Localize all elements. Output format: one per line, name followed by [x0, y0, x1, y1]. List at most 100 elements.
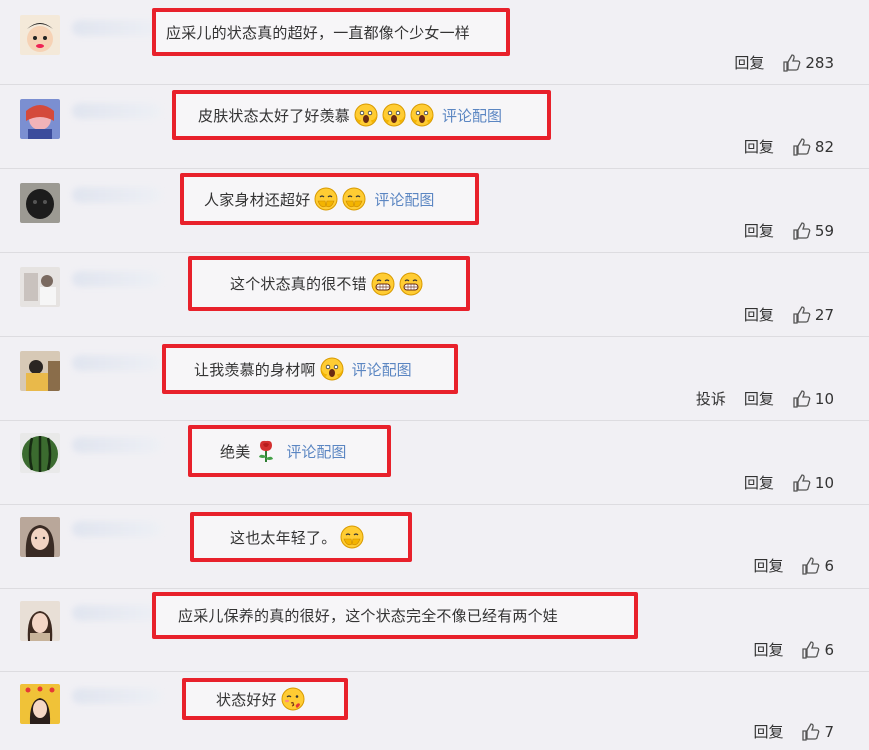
- comment-text: 状态好好: [216, 690, 277, 709]
- comment-actions: 回复 7: [753, 721, 834, 742]
- comment-text: 绝美: [220, 442, 251, 461]
- username-blurred[interactable]: [72, 187, 162, 203]
- comment-text: 这也太年轻了。: [230, 528, 337, 547]
- reply-button[interactable]: 回复: [744, 220, 774, 241]
- comment-row: 人家身材还超好 评论配图 回复 59: [0, 169, 869, 253]
- username-blurred[interactable]: [72, 355, 162, 371]
- grin-face-icon: [399, 272, 423, 295]
- comment-actions: 回复 82: [744, 136, 834, 157]
- like-count: 27: [814, 305, 834, 324]
- reply-button[interactable]: 回复: [753, 555, 783, 576]
- username-blurred[interactable]: [72, 271, 162, 287]
- thumbs-up-icon: [793, 305, 811, 324]
- comment-row: 这也太年轻了。 回复 6: [0, 505, 869, 589]
- comment-actions: 回复 283: [734, 52, 834, 73]
- username-blurred[interactable]: [72, 103, 162, 119]
- rose-icon: [259, 440, 274, 462]
- like-count: 6: [824, 640, 834, 659]
- avatar[interactable]: [20, 267, 60, 307]
- username-blurred[interactable]: [72, 20, 162, 36]
- like-button[interactable]: 7: [801, 722, 834, 742]
- like-count: 7: [824, 722, 834, 741]
- like-button[interactable]: 6: [801, 640, 834, 660]
- thumbs-up-icon: [793, 473, 811, 492]
- giggle-face-icon: [340, 525, 364, 549]
- username-blurred[interactable]: [72, 521, 162, 537]
- like-count: 59: [814, 221, 834, 240]
- comment-text-box: 应采儿的状态真的超好，一直都像个少女一样: [152, 8, 510, 56]
- comment-text-box: 状态好好: [182, 678, 348, 720]
- like-button[interactable]: 10: [792, 389, 834, 409]
- comment-actions: 投诉 回复 10: [696, 388, 834, 409]
- thumbs-up-icon: [802, 640, 820, 659]
- comment-text: 让我羡慕的身材啊: [194, 360, 316, 379]
- avatar[interactable]: [20, 684, 60, 724]
- reply-button[interactable]: 回复: [744, 136, 774, 157]
- thumbs-up-icon: [793, 221, 811, 240]
- comment-actions: 回复 6: [753, 639, 834, 660]
- report-button[interactable]: 投诉: [696, 388, 726, 409]
- avatar[interactable]: [20, 183, 60, 223]
- comment-text: 皮肤状态太好了好羡慕: [198, 106, 351, 125]
- comment-row: 让我羡慕的身材啊 评论配图 投诉 回复 10: [0, 337, 869, 421]
- comment-image-link[interactable]: 评论配图: [442, 105, 502, 126]
- comment-text-box: 让我羡慕的身材啊 评论配图: [162, 344, 458, 394]
- comment-image-link[interactable]: 评论配图: [374, 189, 434, 210]
- avatar[interactable]: [20, 517, 60, 557]
- giggle-face-icon: [314, 187, 338, 211]
- comment-text-box: 皮肤状态太好了好羡慕 评论配图: [172, 90, 551, 140]
- comment-row: 皮肤状态太好了好羡慕 评论配图 回复 82: [0, 85, 869, 169]
- like-count: 6: [824, 556, 834, 575]
- username-blurred[interactable]: [72, 688, 162, 704]
- avatar[interactable]: [20, 433, 60, 473]
- like-button[interactable]: 59: [792, 221, 834, 241]
- like-button[interactable]: 27: [792, 305, 834, 325]
- reply-button[interactable]: 回复: [744, 304, 774, 325]
- comment-actions: 回复 6: [753, 555, 834, 576]
- thumbs-up-icon: [793, 389, 811, 408]
- kiss-face-icon: [281, 687, 305, 711]
- comment-list: 应采儿的状态真的超好，一直都像个少女一样 回复 283 皮肤状态太好了好羡慕 评…: [0, 0, 869, 750]
- like-button[interactable]: 283: [782, 53, 834, 73]
- scream-face-icon: [320, 357, 344, 381]
- like-count: 82: [814, 137, 834, 156]
- reply-button[interactable]: 回复: [753, 721, 783, 742]
- avatar[interactable]: [20, 99, 60, 139]
- scream-face-icon: [354, 103, 378, 127]
- username-blurred[interactable]: [72, 437, 162, 453]
- comment-row: 应采儿的状态真的超好，一直都像个少女一样 回复 283: [0, 0, 869, 85]
- reply-button[interactable]: 回复: [734, 52, 764, 73]
- reply-button[interactable]: 回复: [744, 472, 774, 493]
- like-count: 10: [814, 389, 834, 408]
- comment-actions: 回复 59: [744, 220, 834, 241]
- avatar[interactable]: [20, 351, 60, 391]
- reply-button[interactable]: 回复: [744, 388, 774, 409]
- comment-text-box: 绝美 评论配图: [188, 425, 391, 477]
- comment-image-link[interactable]: 评论配图: [286, 441, 346, 462]
- username-blurred[interactable]: [72, 605, 162, 621]
- comment-actions: 回复 10: [744, 472, 834, 493]
- thumbs-up-icon: [793, 137, 811, 156]
- like-count: 283: [805, 53, 834, 72]
- comment-text: 应采儿保养的真的很好，这个状态完全不像已经有两个娃: [178, 607, 559, 625]
- like-button[interactable]: 10: [792, 473, 834, 493]
- avatar[interactable]: [20, 601, 60, 641]
- comment-row: 应采儿保养的真的很好，这个状态完全不像已经有两个娃 回复 6: [0, 589, 869, 672]
- thumbs-up-icon: [802, 722, 820, 741]
- like-count: 10: [814, 473, 834, 492]
- reply-button[interactable]: 回复: [753, 639, 783, 660]
- avatar[interactable]: [20, 15, 60, 55]
- comment-text-box: 这也太年轻了。: [190, 512, 412, 562]
- thumbs-up-icon: [802, 556, 820, 575]
- comment-row: 状态好好 回复 7: [0, 672, 869, 750]
- grin-face-icon: [371, 272, 395, 295]
- comment-text-box: 应采儿保养的真的很好，这个状态完全不像已经有两个娃: [152, 592, 638, 639]
- comment-row: 这个状态真的很不错 回复 27: [0, 253, 869, 337]
- comment-image-link[interactable]: 评论配图: [352, 359, 412, 380]
- comment-text: 人家身材还超好: [204, 190, 311, 209]
- like-button[interactable]: 6: [801, 556, 834, 576]
- scream-face-icon: [382, 103, 406, 127]
- comment-text: 这个状态真的很不错: [230, 275, 367, 293]
- comment-text: 应采儿的状态真的超好，一直都像个少女一样: [166, 23, 471, 42]
- like-button[interactable]: 82: [792, 137, 834, 157]
